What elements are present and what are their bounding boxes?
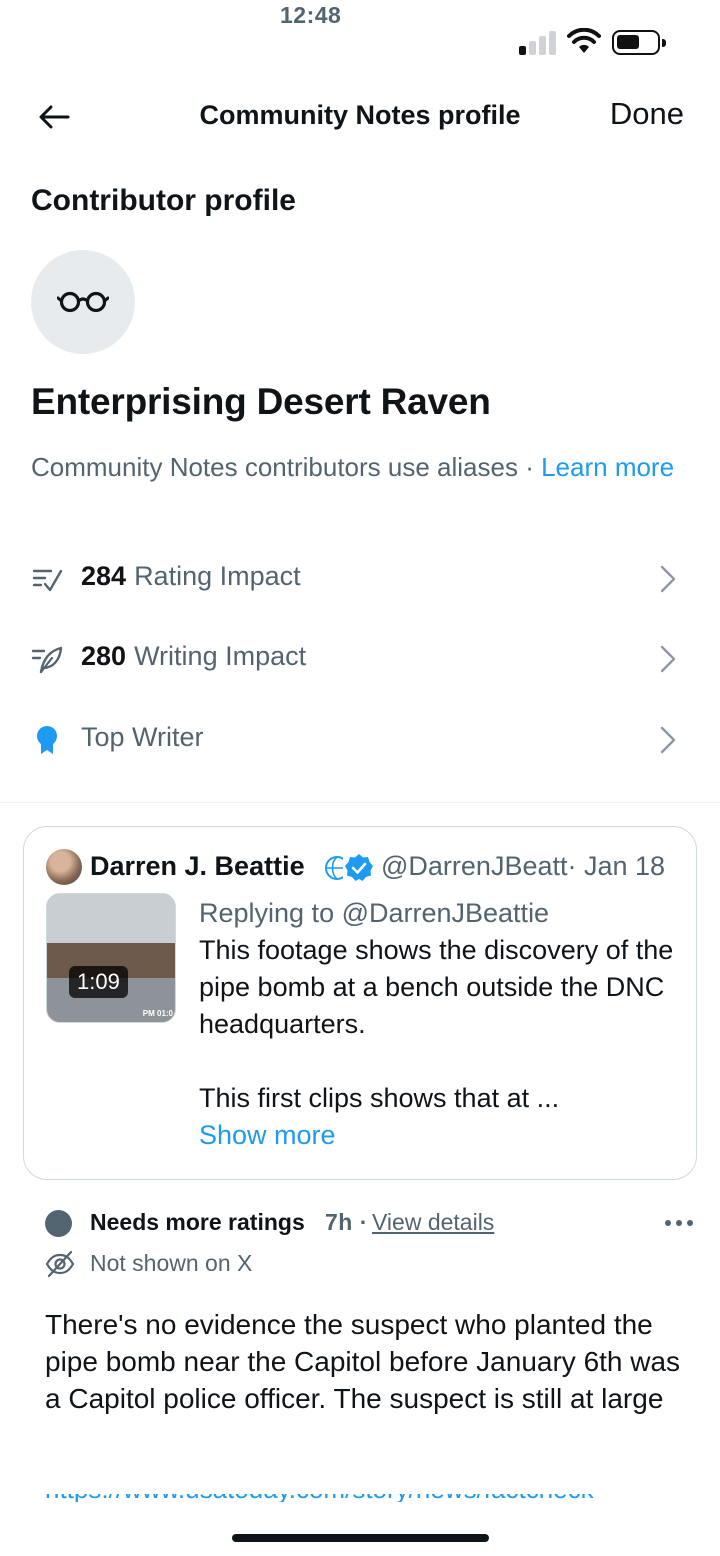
more-options-icon[interactable] — [663, 1211, 695, 1235]
cellular-signal-icon — [519, 31, 559, 55]
rating-impact-icon — [32, 569, 63, 592]
alias-description: Community Notes contributors use aliases… — [31, 449, 701, 486]
chevron-right-icon — [660, 645, 676, 673]
view-details-link[interactable]: View details — [372, 1209, 494, 1236]
quoted-post-card[interactable]: Darren J. Beattie @DarrenJBeatt· Jan 18 … — [23, 826, 697, 1180]
writing-impact-label: Writing Impact — [134, 641, 307, 671]
eye-off-icon — [45, 1250, 75, 1278]
avatar — [31, 250, 135, 354]
note-text: There's no evidence the suspect who plan… — [45, 1309, 681, 1414]
visibility-label: Not shown on X — [90, 1250, 253, 1276]
done-button[interactable]: Done — [610, 96, 684, 132]
rating-impact-label: Rating Impact — [134, 561, 301, 591]
learn-more-link[interactable]: Learn more — [541, 452, 674, 482]
show-more-link[interactable]: Show more — [199, 1117, 679, 1154]
post-text-2: This first clips shows that at ... — [199, 1083, 560, 1113]
note-time: 7h · — [325, 1209, 368, 1235]
writing-impact-icon — [31, 646, 63, 674]
status-bar: 12:48 — [0, 0, 720, 84]
video-duration: 1:09 — [69, 966, 128, 998]
affiliation-badge-icon — [325, 856, 343, 880]
chevron-right-icon — [660, 726, 676, 754]
author-name[interactable]: Darren J. Beattie — [90, 851, 305, 882]
note-source-link[interactable]: https://www.usatoday.com/story/news/fact… — [45, 1494, 605, 1502]
top-writer-badge-icon — [37, 726, 57, 754]
nav-bar: Community Notes profile Done — [0, 84, 720, 150]
post-body: Replying to @DarrenJBeattie This footage… — [199, 895, 679, 1154]
rating-impact-row[interactable]: 284 Rating Impact — [0, 543, 720, 613]
divider — [0, 802, 720, 803]
chevron-right-icon — [660, 565, 676, 593]
home-indicator[interactable] — [232, 1534, 489, 1542]
section-heading: Contributor profile — [31, 184, 296, 217]
top-writer-label: Top Writer — [81, 722, 204, 752]
rating-impact-value: 284 — [81, 561, 127, 591]
alias-name: Enterprising Desert Raven — [31, 381, 491, 422]
note-status-label: Needs more ratings — [90, 1209, 305, 1235]
writing-impact-row[interactable]: 280 Writing Impact — [0, 623, 720, 693]
author-handle-date: @DarrenJBeatt· Jan 18 — [381, 851, 666, 881]
note-status-row: Needs more ratings 7h · View details — [45, 1207, 695, 1241]
battery-icon — [612, 30, 666, 55]
alias-description-text: Community Notes contributors use aliases… — [31, 452, 542, 482]
writing-impact-value: 280 — [81, 641, 127, 671]
author-avatar[interactable] — [46, 849, 82, 885]
visibility-row: Not shown on X — [45, 1247, 445, 1281]
replying-to[interactable]: Replying to @DarrenJBeattie — [199, 895, 679, 932]
status-dot-icon — [45, 1210, 72, 1237]
top-writer-row[interactable]: Top Writer — [0, 704, 720, 774]
video-thumbnail[interactable]: 1:09 PM 01:0 — [46, 893, 176, 1023]
glasses-icon — [57, 291, 109, 313]
video-timestamp: PM 01:0 — [142, 1009, 173, 1018]
post-text-1: This footage shows the discovery of the … — [199, 935, 674, 1039]
status-time: 12:48 — [280, 2, 342, 28]
wifi-icon — [567, 28, 601, 53]
verified-badge-icon — [345, 854, 373, 881]
